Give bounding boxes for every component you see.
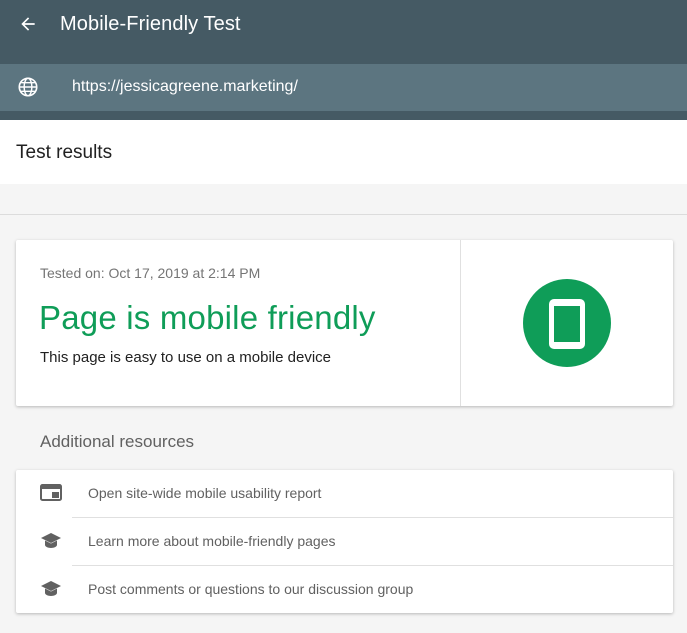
globe-icon [18, 77, 38, 97]
top-bar: Mobile-Friendly Test [0, 0, 687, 50]
tested-on-timestamp: Tested on: Oct 17, 2019 at 2:14 PM [40, 265, 261, 281]
result-summary: Tested on: Oct 17, 2019 at 2:14 PM Page … [16, 240, 461, 406]
url-field[interactable]: https://jessicagreene.marketing/ [72, 78, 298, 96]
resource-label: Post comments or questions to our discus… [88, 581, 414, 597]
verdict-heading: Page is mobile friendly [39, 299, 376, 336]
back-button[interactable] [14, 10, 42, 38]
resource-label: Open site-wide mobile usability report [88, 485, 322, 501]
browser-window-icon [40, 484, 62, 501]
results-header: Test results [0, 120, 687, 184]
resource-learn-more[interactable]: Learn more about mobile-friendly pages [16, 518, 673, 565]
app-bar: Mobile-Friendly Test https://jessicagree… [0, 0, 687, 120]
phone-icon [549, 299, 585, 349]
resources-list: Open site-wide mobile usability report L… [16, 470, 673, 613]
arrow-back-icon [21, 17, 35, 31]
resources-title: Additional resources [40, 432, 195, 451]
resource-usability-report[interactable]: Open site-wide mobile usability report [16, 470, 673, 517]
app-title: Mobile-Friendly Test [60, 13, 241, 35]
graduation-cap-icon [41, 533, 61, 548]
resource-label: Learn more about mobile-friendly pages [88, 533, 336, 549]
section-divider [0, 214, 687, 215]
result-card: Tested on: Oct 17, 2019 at 2:14 PM Page … [16, 240, 673, 406]
resource-discussion-group[interactable]: Post comments or questions to our discus… [16, 566, 673, 613]
url-bar[interactable]: https://jessicagreene.marketing/ [0, 64, 687, 111]
graduation-cap-icon [41, 581, 61, 596]
mobile-friendly-badge [523, 279, 611, 367]
results-title: Test results [16, 142, 113, 163]
verdict-description: This page is easy to use on a mobile dev… [40, 349, 331, 366]
